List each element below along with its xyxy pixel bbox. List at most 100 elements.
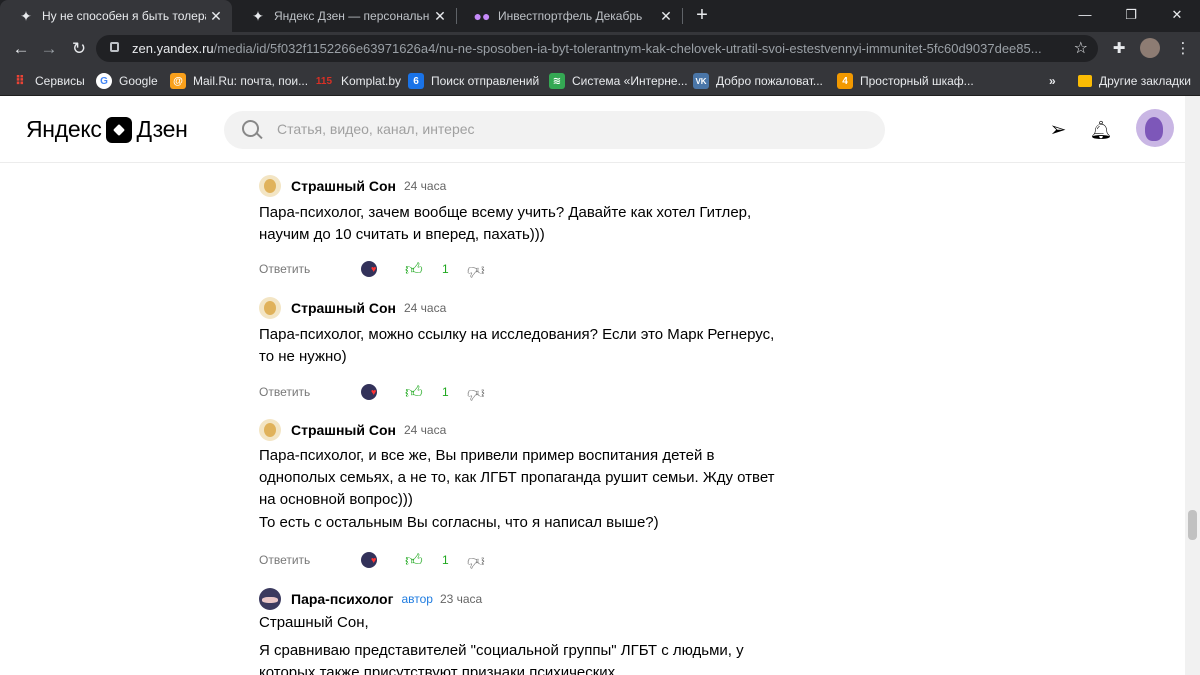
logo-text-zen: Дзен	[136, 116, 188, 142]
zen-logo[interactable]: Яндекс Дзен	[26, 116, 188, 143]
bookmark-label: Поиск отправлений	[431, 74, 540, 88]
comment-header: Пара-психолог автор 23 часа	[259, 588, 482, 610]
lock-icon	[110, 42, 119, 52]
comment-header: Страшный Сон 24 часа	[259, 175, 446, 197]
comment-author[interactable]: Пара-психолог	[291, 591, 393, 607]
tab-portfolio[interactable]: ●● Инвестпортфель Декабрь ✕	[456, 0, 682, 32]
liked-by-author-icon	[361, 384, 377, 400]
minimize-button[interactable]: —	[1062, 0, 1108, 32]
reply-button[interactable]: Ответить	[259, 262, 310, 276]
tab-title: Инвестпортфель Декабрь	[498, 9, 643, 23]
comment: Страшный Сон 24 часа Пара-психолог, и вс…	[259, 419, 799, 579]
bookmark-label: Система «Интерне...	[572, 74, 688, 88]
menu-icon[interactable]: ⋮	[1172, 38, 1194, 60]
bookmark-tracking[interactable]: 6 Поиск отправлений	[408, 72, 539, 90]
zen-header: Яндекс Дзен Статья, видео, канал, интере…	[0, 96, 1185, 163]
zen-star-icon	[105, 116, 132, 143]
address-bar[interactable]: zen.yandex.ru/media/id/5f032f1152266e639…	[96, 35, 1098, 62]
bookmark-shop[interactable]: 4 Просторный шкаф...	[837, 72, 974, 90]
avatar[interactable]	[259, 588, 281, 610]
tab-separator	[682, 8, 683, 24]
bookmark-mailru[interactable]: @ Mail.Ru: почта, пои...	[170, 72, 308, 90]
feed-icon: ≋	[549, 73, 565, 89]
bookmark-label: Сервисы	[35, 74, 85, 88]
comment-time: 23 часа	[439, 592, 483, 606]
comment-time: 24 часа	[404, 179, 447, 193]
thumbs-down-icon[interactable]: 👍︎	[467, 551, 485, 572]
apps-grid-icon: ⠿	[14, 73, 26, 88]
mailru-icon: @	[170, 73, 186, 89]
avatar[interactable]	[259, 419, 281, 441]
tab-title: Яндекс Дзен — персональная л	[274, 9, 430, 23]
profile-avatar[interactable]	[1140, 38, 1160, 58]
scrollbar-thumb[interactable]	[1188, 510, 1197, 540]
bookmark-google[interactable]: G Google	[96, 72, 158, 90]
bookmark-vk[interactable]: VK Добро пожаловат...	[693, 72, 823, 90]
user-avatar[interactable]	[1136, 109, 1174, 147]
tab-article[interactable]: ✦ Ну не способен я быть толеран ✕	[0, 0, 232, 32]
portfolio-favicon-icon: ●●	[473, 8, 491, 24]
back-button[interactable]: ←	[8, 36, 34, 62]
like-count: 1	[442, 385, 449, 399]
comment-actions: Ответить 👍︎ 1 👍︎	[259, 259, 559, 281]
comment: Страшный Сон 24 часа Пара-психолог, заче…	[259, 175, 799, 285]
comment-text: Пара-психолог, можно ссылку на исследова…	[259, 326, 775, 365]
forward-button[interactable]: →	[36, 36, 62, 62]
reply-button[interactable]: Ответить	[259, 385, 310, 399]
vk-icon: VK	[693, 73, 709, 89]
bookmark-system[interactable]: ≋ Система «Интерне...	[549, 72, 688, 90]
bookmark-label: Mail.Ru: почта, пои...	[193, 74, 309, 88]
send-icon[interactable]: ➢	[1046, 118, 1070, 142]
comment-header: Страшный Сон 24 часа	[259, 297, 446, 319]
url-text: zen.yandex.ru/media/id/5f032f1152266e639…	[132, 41, 1062, 56]
thumbs-down-icon[interactable]: 👍︎	[467, 383, 485, 404]
thumbs-up-icon[interactable]: 👍︎	[405, 259, 423, 280]
komplat-icon: 115	[315, 75, 333, 87]
comment-author[interactable]: Страшный Сон	[291, 422, 396, 438]
comment-header: Страшный Сон 24 часа	[259, 419, 446, 441]
bookmarks-overflow-button[interactable]: »	[1049, 72, 1056, 90]
like-count: 1	[442, 262, 449, 276]
author-badge: автор	[401, 592, 433, 606]
page-scrollbar[interactable]	[1185, 96, 1200, 675]
comment-author[interactable]: Страшный Сон	[291, 300, 396, 316]
reload-button[interactable]: ↻	[66, 36, 92, 62]
web-page: Яндекс Дзен Статья, видео, канал, интере…	[0, 96, 1200, 675]
reply-button[interactable]: Ответить	[259, 553, 310, 567]
folder-icon	[1078, 75, 1092, 87]
new-tab-button[interactable]: +	[690, 4, 714, 28]
bookmark-services[interactable]: ⠿ Сервисы	[12, 72, 85, 90]
close-window-button[interactable]: ✕	[1154, 0, 1200, 32]
close-tab-icon[interactable]: ✕	[206, 8, 226, 25]
bookmark-star-icon[interactable]: ☆	[1074, 38, 1088, 58]
extensions-icon[interactable]: ✚	[1108, 38, 1130, 60]
bookmark-other[interactable]: Другие закладки	[1078, 72, 1191, 90]
url-path: /media/id/5f032f1152266e63971626a4/nu-ne…	[213, 41, 1042, 56]
close-tab-icon[interactable]: ✕	[430, 8, 450, 25]
comment-text: Я сравниваю представителей "социальной г…	[259, 642, 744, 675]
bookmark-label: Другие закладки	[1099, 74, 1191, 88]
zen-favicon-icon: ✦	[252, 7, 264, 24]
bookmark-label: Добро пожаловат...	[716, 74, 823, 88]
comment-text: То есть с остальным Вы согласны, что я н…	[259, 514, 659, 531]
comment-time: 24 часа	[404, 423, 447, 437]
comment-text: Страшный Сон,	[259, 614, 369, 631]
bell-icon[interactable]: 🔔︎	[1089, 118, 1113, 142]
thumbs-up-icon[interactable]: 👍︎	[405, 550, 423, 571]
comment-author[interactable]: Страшный Сон	[291, 178, 396, 194]
maximize-button[interactable]: ❐	[1108, 0, 1154, 32]
comment: Страшный Сон 24 часа Пара-психолог, можн…	[259, 297, 799, 407]
liked-by-author-icon	[361, 261, 377, 277]
liked-by-author-icon	[361, 552, 377, 568]
bookmark-label: Google	[119, 74, 158, 88]
search-input[interactable]: Статья, видео, канал, интерес	[224, 111, 885, 149]
avatar[interactable]	[259, 297, 281, 319]
comment-text: Пара-психолог, зачем вообще всему учить?…	[259, 204, 752, 243]
close-tab-icon[interactable]: ✕	[656, 8, 676, 25]
bookmark-komplat[interactable]: 115 Komplat.by	[314, 72, 401, 90]
tab-zen[interactable]: ✦ Яндекс Дзен — персональная л ✕	[232, 0, 456, 32]
thumbs-down-icon[interactable]: 👍︎	[467, 260, 485, 281]
avatar[interactable]	[259, 175, 281, 197]
tracking-icon: 6	[408, 73, 424, 89]
thumbs-up-icon[interactable]: 👍︎	[405, 382, 423, 403]
